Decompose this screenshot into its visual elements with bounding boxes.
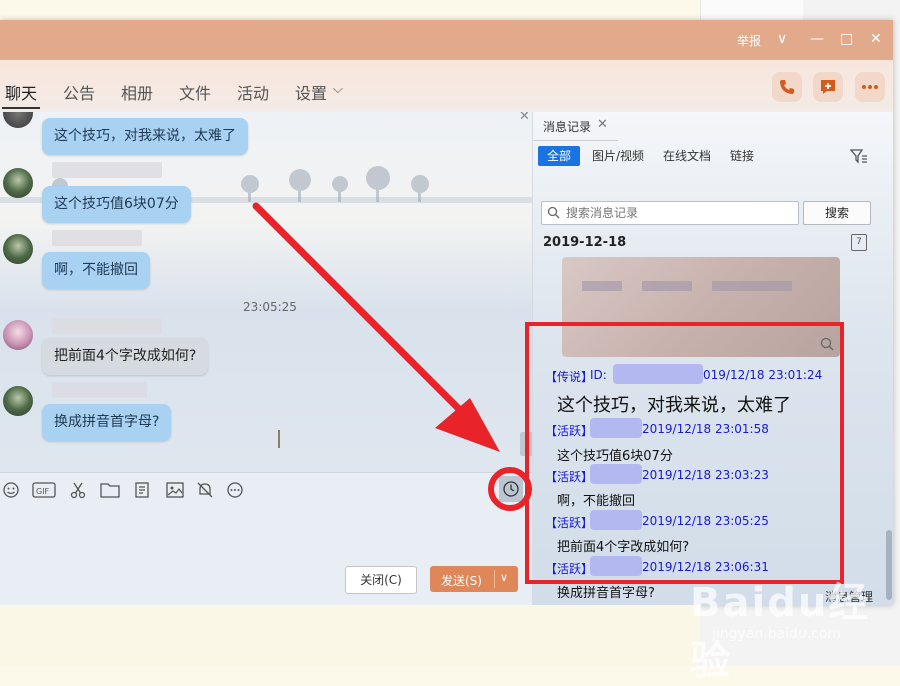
annotation-overlay xyxy=(252,202,532,511)
annotation-arrow-head xyxy=(435,398,500,452)
watermark-url: jingyan.baidu.com xyxy=(712,626,842,642)
annotation-arrow-shaft xyxy=(252,202,474,424)
annotation-circle xyxy=(488,467,532,511)
